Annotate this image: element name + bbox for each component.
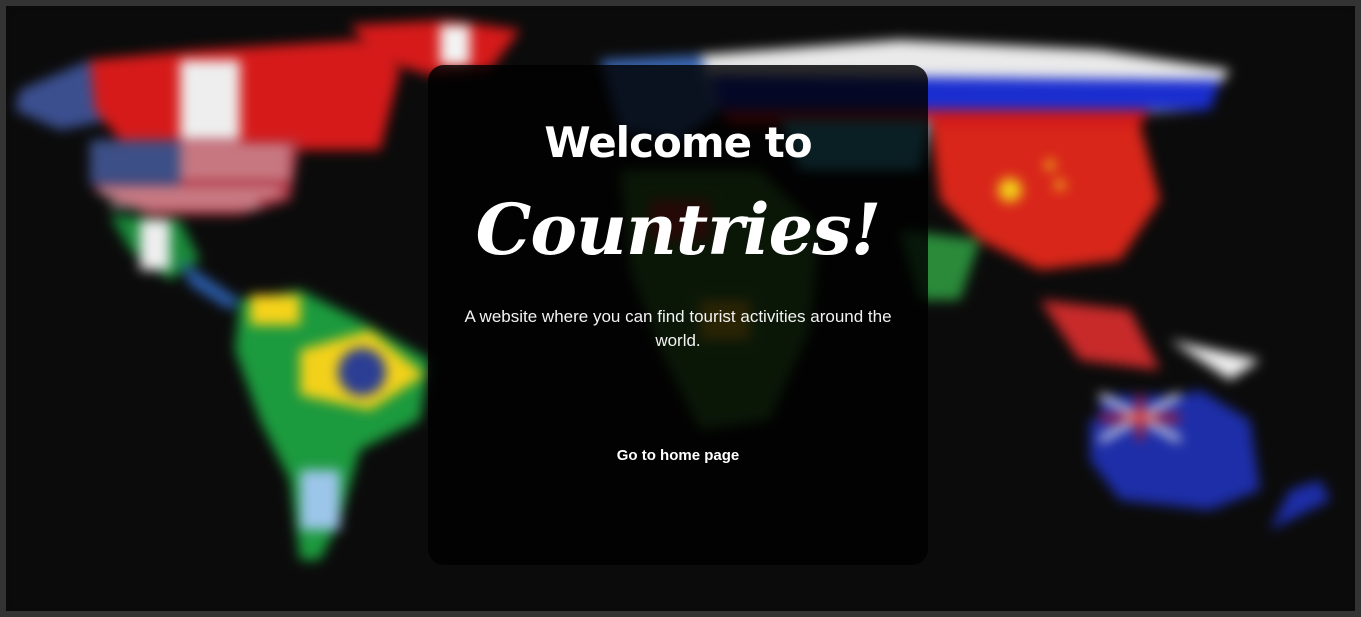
- welcome-card: Welcome to Countries! A website where yo…: [428, 65, 928, 565]
- landing-page: Welcome to Countries! A website where yo…: [0, 0, 1361, 617]
- welcome-heading: Welcome to: [544, 118, 812, 167]
- brand-title: Countries!: [475, 188, 882, 271]
- go-to-home-link[interactable]: Go to home page: [428, 447, 928, 464]
- tagline-text: A website where you can find tourist act…: [464, 307, 892, 350]
